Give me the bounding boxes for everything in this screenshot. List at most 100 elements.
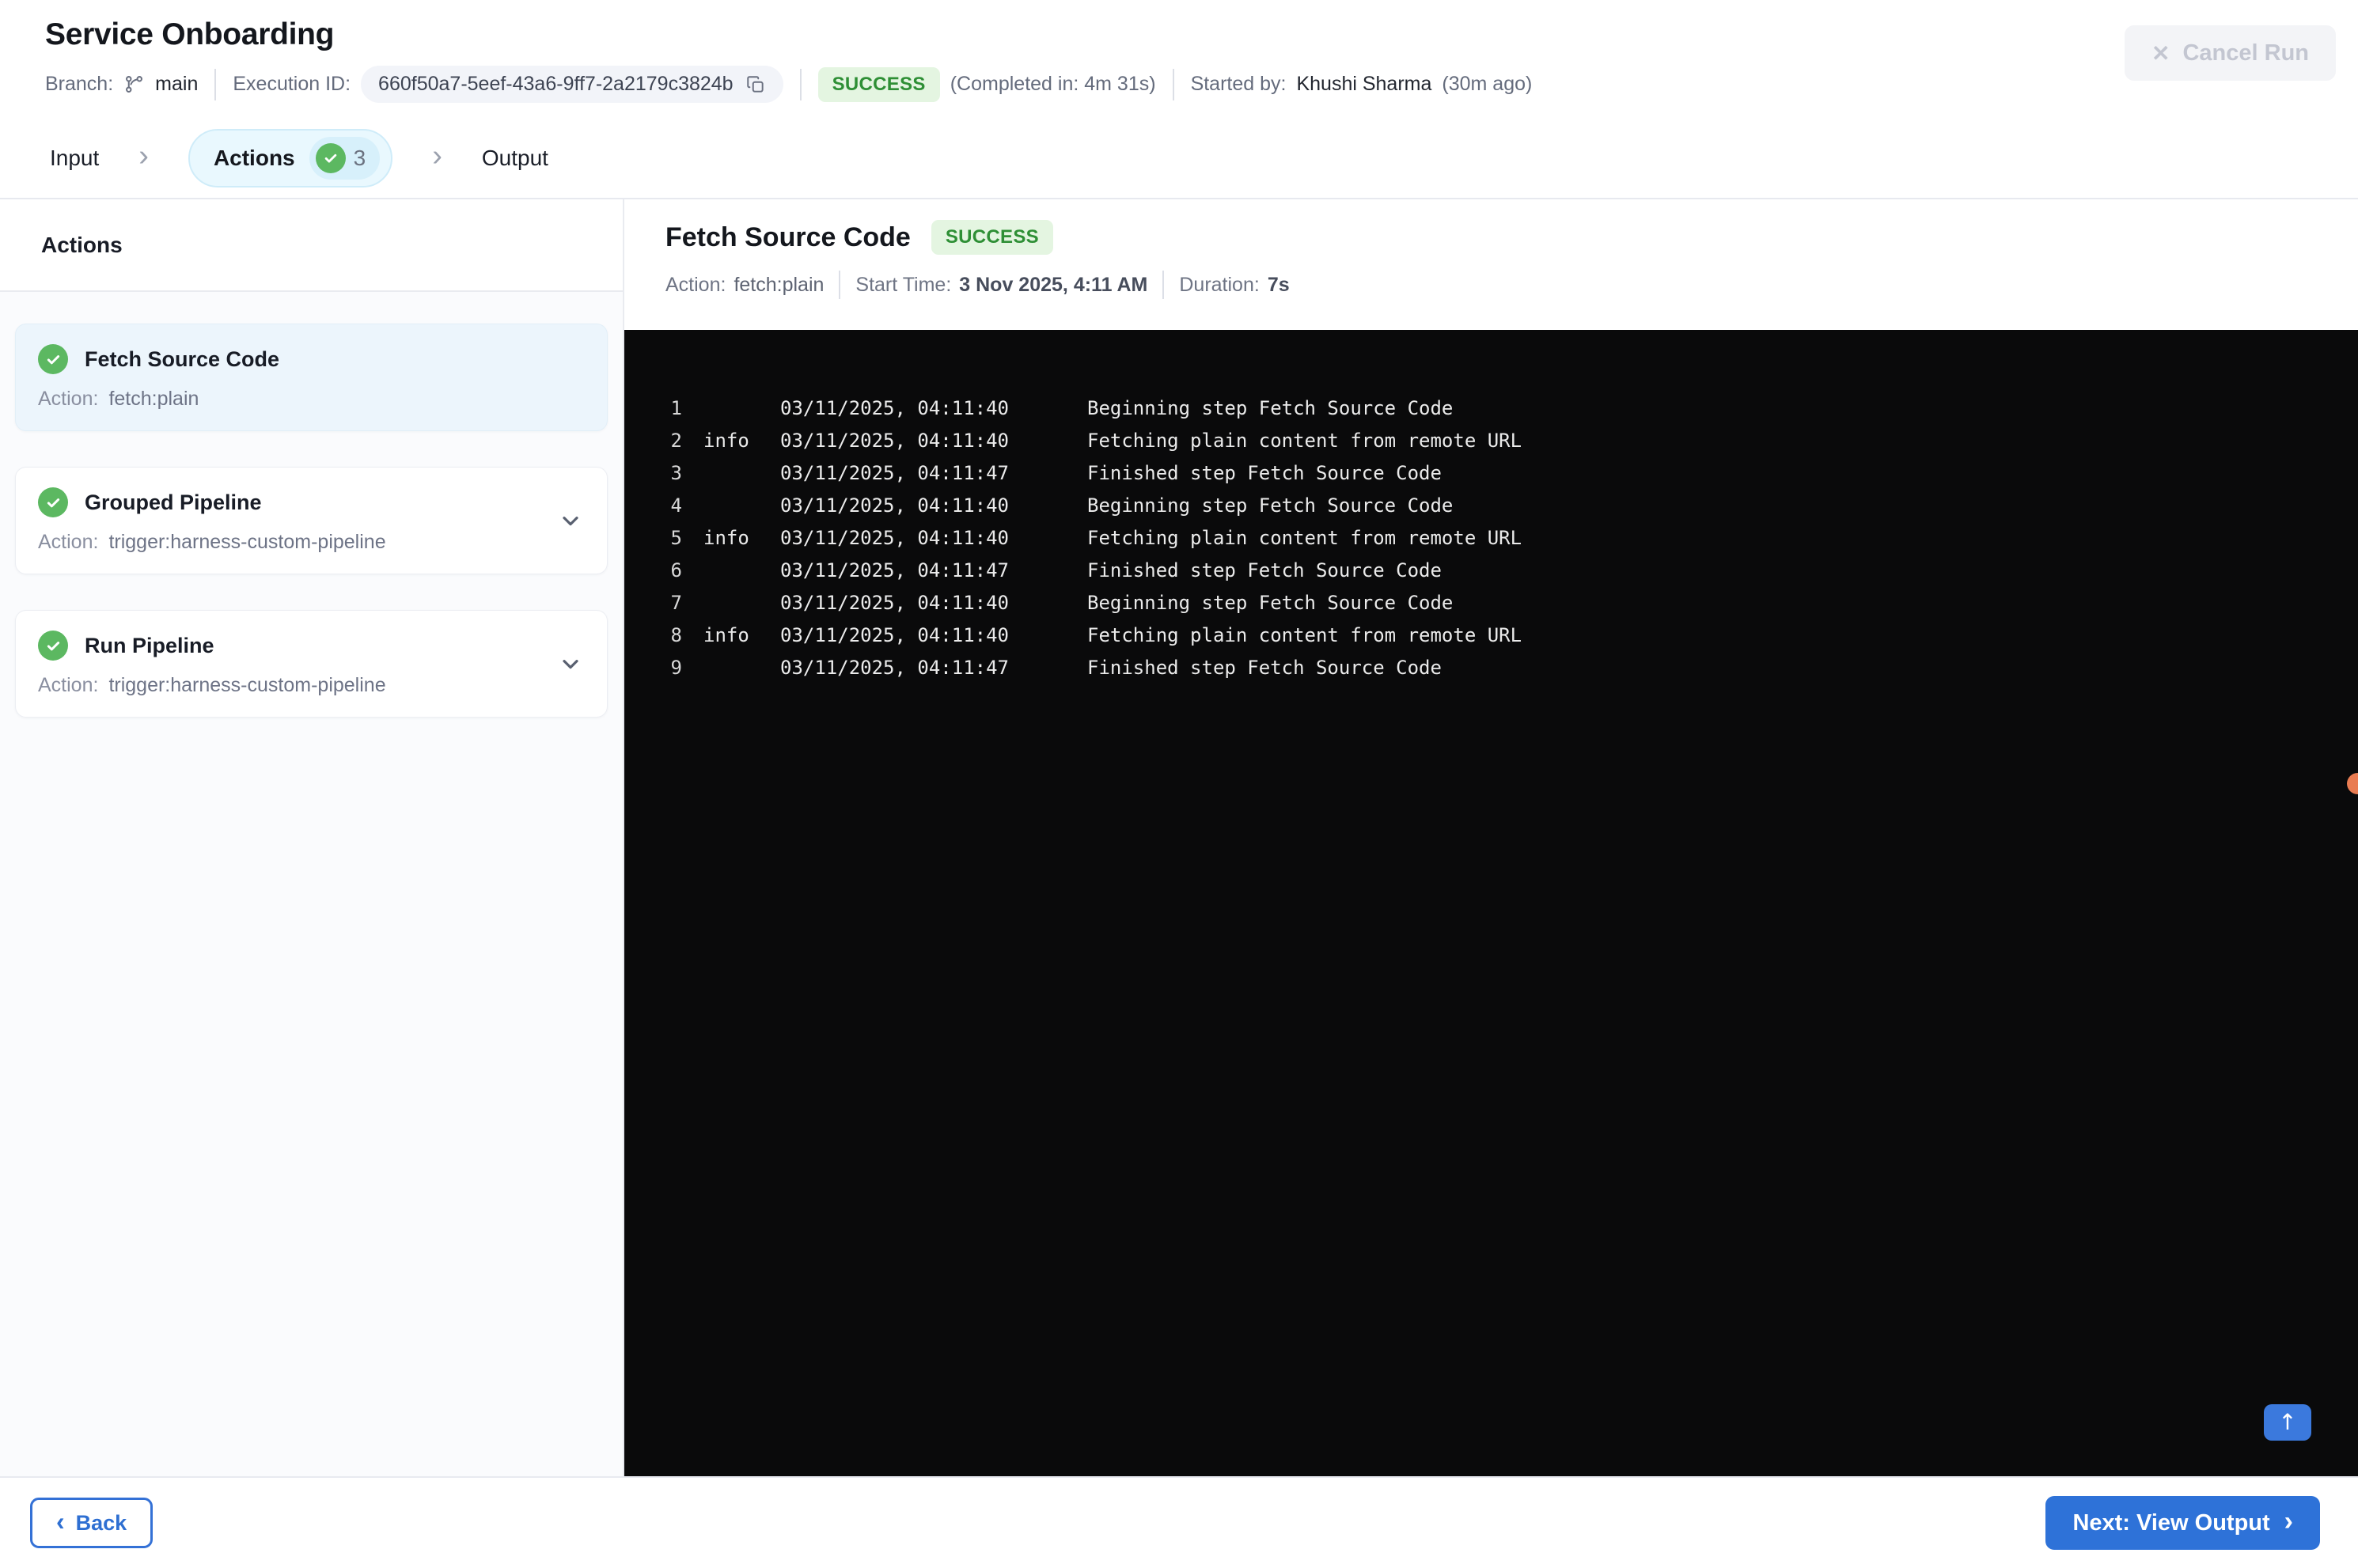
- page-title: Service Onboarding: [45, 17, 335, 51]
- meta-value: 7s: [1267, 273, 1290, 296]
- log-level: info: [703, 624, 749, 646]
- content-area: Actions Fetch Source Code Action: fetch:…: [0, 199, 2358, 1476]
- cancel-run-button[interactable]: ✕ Cancel Run: [2125, 25, 2336, 81]
- next-label: Next: View Output: [2072, 1509, 2270, 1536]
- log-line-number: 5: [670, 527, 682, 549]
- meta-label: Action:: [665, 273, 726, 296]
- log-message: Finished step Fetch Source Code: [1087, 559, 1442, 581]
- log-timestamp: 03/11/2025, 04:11:47: [780, 657, 1009, 679]
- back-label: Back: [75, 1510, 127, 1535]
- scroll-to-top-button[interactable]: ↑: [2264, 1404, 2311, 1441]
- back-button[interactable]: ‹ Back: [30, 1498, 154, 1548]
- stepper: Input › Actions 3 › Output: [0, 119, 2358, 199]
- card-title-row: Grouped Pipeline: [38, 487, 585, 517]
- close-icon: ✕: [2151, 40, 2170, 66]
- log-timestamp: 03/11/2025, 04:11:40: [780, 592, 1009, 614]
- action-card-grouped-pipeline[interactable]: Grouped Pipeline Action: trigger:harness…: [15, 467, 608, 574]
- log-message: Beginning step Fetch Source Code: [1087, 592, 1454, 614]
- log-console[interactable]: 1 03/11/2025, 04:11:40 Beginning step Fetc…: [624, 330, 2358, 1476]
- git-branch-icon: [123, 74, 145, 95]
- log-level: [682, 652, 780, 684]
- log-level: [682, 490, 780, 522]
- log-timestamp: 03/11/2025, 04:11:40: [780, 494, 1009, 517]
- footer: ‹ Back Next: View Output ›: [0, 1476, 2358, 1568]
- action-card-fetch-source-code[interactable]: Fetch Source Code Action: fetch:plain: [15, 324, 608, 431]
- card-action-row: Action: trigger:harness-custom-pipeline: [38, 531, 585, 554]
- tab-output[interactable]: Output: [482, 146, 548, 171]
- log-message: Beginning step Fetch Source Code: [1087, 397, 1454, 419]
- log-level: [682, 555, 780, 587]
- sidebar-body: Fetch Source Code Action: fetch:plain Gr…: [0, 292, 623, 1476]
- log-line: 8 info 03/11/2025, 04:11:40 Fetching plain …: [624, 619, 2358, 652]
- actions-sidebar: Actions Fetch Source Code Action: fetch:…: [0, 199, 624, 1476]
- tab-input[interactable]: Input: [50, 146, 99, 171]
- success-check-icon: [38, 487, 68, 517]
- cancel-run-label: Cancel Run: [2182, 40, 2309, 66]
- header: Service Onboarding Branch: main Executio…: [0, 0, 2358, 119]
- log-line-number: 2: [670, 430, 682, 452]
- chevron-right-icon: ›: [138, 139, 149, 172]
- card-title: Fetch Source Code: [85, 347, 280, 371]
- detail-title: Fetch Source Code: [665, 222, 911, 252]
- log-message: Beginning step Fetch Source Code: [1087, 494, 1454, 517]
- log-message: Fetching plain content from remote URL: [1087, 527, 1522, 549]
- log-timestamp: 03/11/2025, 04:11:47: [780, 559, 1009, 581]
- log-message: Finished step Fetch Source Code: [1087, 462, 1442, 484]
- execution-id-pill: 660f50a7-5eef-43a6-9ff7-2a2179c3824b: [361, 66, 783, 103]
- started-by-label: Started by:: [1190, 73, 1287, 95]
- log-line-number: 1: [670, 397, 682, 419]
- chevron-down-icon[interactable]: [558, 508, 583, 533]
- chevron-down-icon[interactable]: [558, 651, 583, 676]
- tab-actions[interactable]: Actions 3: [188, 129, 393, 187]
- status-badge: SUCCESS: [817, 66, 940, 102]
- meta-value: 3 Nov 2025, 4:11 AM: [959, 273, 1148, 296]
- log-level: [682, 392, 780, 425]
- log-level: info: [703, 430, 749, 452]
- log-line-number: 9: [670, 657, 682, 679]
- meta-action: Action: fetch:plain: [665, 274, 824, 297]
- execution-id-value: 660f50a7-5eef-43a6-9ff7-2a2179c3824b: [378, 73, 734, 95]
- log-timestamp: 03/11/2025, 04:11:40: [780, 527, 1009, 549]
- action-label: Action:: [38, 531, 99, 553]
- detail-meta-row: Action: fetch:plain Start Time: 3 Nov 20…: [665, 271, 2358, 299]
- success-check-icon: [38, 631, 68, 661]
- notification-dot: [2347, 773, 2358, 794]
- action-card-run-pipeline[interactable]: Run Pipeline Action: trigger:harness-cus…: [15, 610, 608, 718]
- branch-value: main: [155, 73, 199, 95]
- log-line: 9 03/11/2025, 04:11:47 Finished step Fetch…: [624, 652, 2358, 684]
- meta-start-time: Start Time: 3 Nov 2025, 4:11 AM: [855, 274, 1147, 297]
- log-line: 2 info 03/11/2025, 04:11:40 Fetching plain …: [624, 425, 2358, 457]
- next-view-output-button[interactable]: Next: View Output ›: [2045, 1496, 2320, 1550]
- execution-id-label: Execution ID:: [233, 73, 351, 95]
- chevron-right-icon: ›: [432, 139, 442, 172]
- copy-icon[interactable]: [745, 74, 766, 95]
- card-action-row: Action: fetch:plain: [38, 388, 585, 411]
- card-title: Run Pipeline: [85, 633, 214, 657]
- log-level: [682, 587, 780, 619]
- meta-label: Start Time:: [855, 273, 952, 296]
- actions-count-badge: 3: [309, 137, 381, 180]
- log-line: 4 03/11/2025, 04:11:40 Beginning step Fetc…: [624, 490, 2358, 522]
- step-detail-panel: Fetch Source Code SUCCESS Action: fetch:…: [624, 199, 2358, 1476]
- card-title-row: Fetch Source Code: [38, 344, 585, 374]
- log-line: 5 info 03/11/2025, 04:11:40 Fetching plain …: [624, 522, 2358, 555]
- log-timestamp: 03/11/2025, 04:11:40: [780, 397, 1009, 419]
- completed-in-text: (Completed in: 4m 31s): [950, 73, 1156, 95]
- action-value: trigger:harness-custom-pipeline: [108, 531, 386, 553]
- chevron-left-icon: ‹: [56, 1507, 65, 1536]
- action-label: Action:: [38, 674, 99, 696]
- action-value: fetch:plain: [108, 388, 199, 410]
- meta-duration: Duration: 7s: [1179, 274, 1289, 297]
- log-line-number: 8: [670, 624, 682, 646]
- log-line-number: 7: [670, 592, 682, 614]
- divider: [214, 68, 217, 100]
- detail-status-badge: SUCCESS: [931, 220, 1053, 255]
- execution-meta-row: Branch: main Execution ID: 660f50a7-5eef…: [45, 66, 1532, 103]
- log-level: [682, 457, 780, 490]
- log-message: Finished step Fetch Source Code: [1087, 657, 1442, 679]
- card-title: Grouped Pipeline: [85, 490, 262, 514]
- log-line-number: 4: [670, 494, 682, 517]
- arrow-up-icon: ↑: [2278, 1409, 2297, 1435]
- divider: [1162, 271, 1165, 299]
- success-check-icon: [38, 344, 68, 374]
